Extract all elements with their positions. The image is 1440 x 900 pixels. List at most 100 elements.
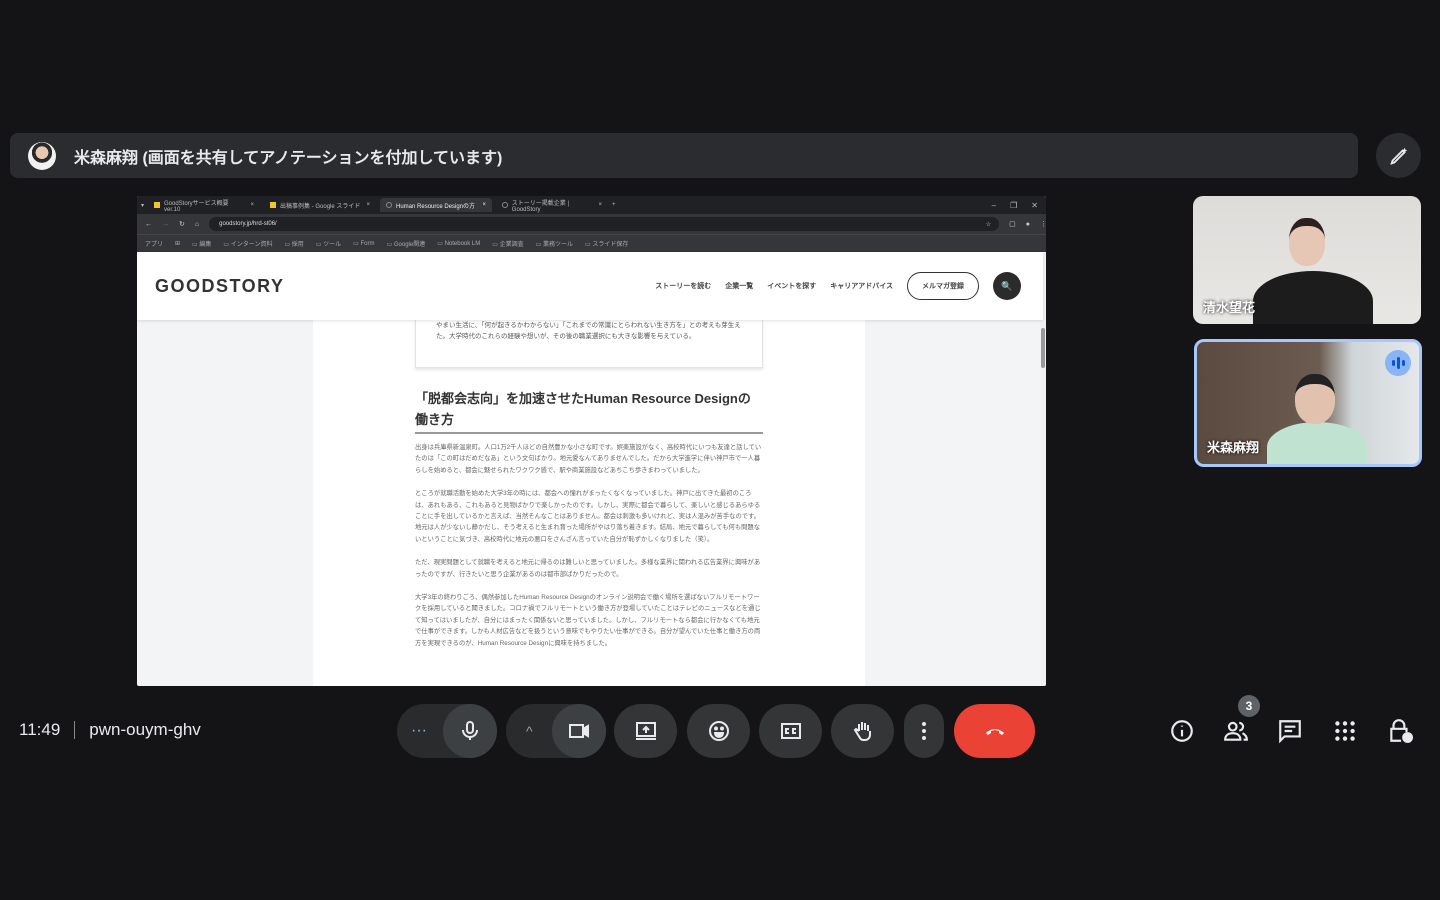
bookmark[interactable]: ▭ 編集 — [192, 239, 211, 248]
extensions-icon[interactable]: ▢ — [1009, 220, 1016, 228]
camera-button[interactable] — [552, 704, 606, 758]
site-header: GOODSTORY ストーリーを読む 企業一覧 イベントを探す キャリアアドバイ… — [137, 252, 1043, 320]
url-text: goodstory.jp/hrd-st06/ — [219, 221, 277, 227]
bookmark[interactable]: ▭ 企業調査 — [492, 239, 523, 248]
browser-tab[interactable]: ストーリー掲載企業 | GoodStory × — [496, 198, 608, 213]
participant-name: 清水望花 — [1203, 300, 1256, 315]
section-heading: 「脱都会志向」を加速させたHuman Resource Designの働き方 — [415, 388, 763, 434]
globe-icon — [386, 202, 393, 208]
camera-icon — [569, 724, 589, 738]
bookmark[interactable]: ▭ Form — [353, 240, 374, 247]
divider — [74, 721, 76, 739]
bookmark[interactable]: ▭ Notebook LM — [437, 240, 480, 247]
bookmark[interactable]: ▭ Google関連 — [387, 239, 426, 248]
banner-text: 米森麻翔 (画面を共有してアノテーションを付加しています) — [74, 149, 503, 167]
leave-call-button[interactable] — [954, 704, 1035, 758]
more-options-button[interactable] — [904, 704, 944, 758]
address-bar-row: ← → ↻ ⌂ goodstory.jp/hrd-st06/ ☆ ▢ ● ⋮ — [137, 214, 1046, 234]
profile-icon[interactable]: ● — [1026, 221, 1030, 228]
participant-tile-speaking[interactable]: 米森麻翔 — [1194, 339, 1422, 467]
tab-label: ストーリー掲載企業 | GoodStory — [511, 200, 570, 213]
forward-icon[interactable]: → — [162, 221, 169, 228]
emoji-icon — [708, 721, 729, 741]
paragraph: 出身は兵庫県新温泉町。人口1万2千人ほどの自然豊かな小さな町です。娯楽施設がなく… — [415, 444, 762, 474]
meeting-code: pwn-ouym-ghv — [89, 720, 201, 739]
audio-settings-icon[interactable]: ··· — [411, 722, 427, 740]
presentation-banner: 米森麻翔 (画面を共有してアノテーションを付加しています) — [10, 133, 1358, 178]
present-button[interactable] — [614, 704, 677, 758]
close-icon[interactable]: × — [599, 202, 603, 208]
minimize-icon[interactable]: – — [992, 201, 996, 210]
browser-tab[interactable]: 出稿事例集 - Google スライド × — [264, 198, 376, 212]
tab-label: Human Resource Designの方 — [396, 203, 476, 210]
close-icon[interactable]: × — [483, 202, 487, 208]
meeting-details-icon[interactable] — [1169, 718, 1195, 744]
article-body: やまい生活に、「何が起きるかわからない」「これまでの常識にとらわれない生き方を」… — [313, 320, 865, 686]
pen-icon — [1389, 147, 1407, 165]
annotate-button[interactable] — [1376, 133, 1421, 178]
present-screen-icon — [635, 722, 656, 740]
quote-card: やまい生活に、「何が起きるかわからない」「これまでの常識にとらわれない生き方を」… — [415, 320, 763, 368]
speaking-indicator-icon — [1385, 350, 1411, 376]
star-icon[interactable]: ☆ — [986, 221, 999, 228]
nav-link[interactable]: イベントを探す — [767, 281, 816, 291]
mic-button[interactable] — [443, 704, 497, 758]
browser-tab[interactable]: GoodStoryサービス概要 ver.10 × — [148, 198, 260, 213]
restore-icon[interactable]: ❐ — [1010, 201, 1017, 210]
mic-icon — [462, 721, 478, 740]
reload-icon[interactable]: ↻ — [179, 220, 185, 228]
tab-search-icon[interactable]: ▾ — [141, 202, 144, 209]
bookmark[interactable]: ▭ 業務ツール — [536, 239, 573, 248]
clock-time: 11:49 — [19, 720, 61, 739]
participant-tile[interactable]: 清水望花 — [1193, 196, 1421, 324]
people-icon[interactable] — [1223, 718, 1249, 744]
nav-link[interactable]: 企業一覧 — [725, 281, 753, 291]
close-icon[interactable]: × — [251, 202, 255, 208]
paragraph: ただ、現実問題として就職を考えると地元に帰るのは難しいと思っていました。多様な業… — [415, 559, 761, 578]
browser-tab-active[interactable]: Human Resource Designの方 × — [380, 198, 493, 212]
slides-icon — [270, 202, 277, 208]
reactions-button[interactable] — [687, 704, 750, 758]
paragraph: ところが就職活動を始めた大学3年の時には、都会への憧れがまったくなくなっていまし… — [415, 490, 761, 543]
bookmark[interactable]: アプリ — [145, 239, 163, 248]
new-tab-button[interactable]: + — [612, 202, 616, 208]
globe-icon — [502, 202, 508, 208]
activities-grid-icon[interactable] — [1332, 718, 1358, 744]
participant-count-badge: 3 — [1238, 695, 1260, 717]
host-controls-lock-icon[interactable] — [1387, 718, 1413, 744]
newsletter-button[interactable]: メルマガ登録 — [907, 272, 979, 300]
presenter-avatar — [28, 141, 56, 170]
camera-control-group: ^ — [506, 704, 606, 758]
back-icon[interactable]: ← — [145, 221, 152, 228]
raise-hand-button[interactable] — [831, 704, 894, 758]
search-button[interactable]: 🔍 — [993, 272, 1021, 300]
mic-control-group: ··· — [397, 704, 497, 758]
captions-button[interactable] — [759, 704, 822, 758]
captions-icon — [780, 723, 801, 739]
bookmark[interactable]: ⊞ — [175, 240, 180, 247]
chat-icon[interactable] — [1277, 718, 1303, 744]
url-input[interactable]: goodstory.jp/hrd-st06/ ☆ — [209, 217, 1000, 231]
participant-video — [1267, 422, 1367, 464]
bookmark[interactable]: ▭ 採用 — [284, 239, 303, 248]
bookmark[interactable]: ▭ インターン資料 — [223, 239, 272, 248]
nav-link[interactable]: ストーリーを読む — [655, 281, 711, 291]
home-icon[interactable]: ⌂ — [195, 221, 199, 228]
menu-icon[interactable]: ⋮ — [1040, 220, 1046, 228]
participant-name: 米森麻翔 — [1207, 440, 1260, 455]
meeting-info: 11:49 pwn-ouym-ghv — [19, 720, 201, 740]
participant-face — [1289, 218, 1325, 266]
close-icon[interactable]: × — [367, 202, 371, 208]
hand-icon — [853, 722, 871, 741]
bookmarks-bar: アプリ ⊞ ▭ 編集 ▭ インターン資料 ▭ 採用 ▭ ツール ▭ Form ▭… — [137, 234, 1046, 252]
shared-screen: ▾ GoodStoryサービス概要 ver.10 × 出稿事例集 - Google… — [137, 196, 1046, 686]
nav-link[interactable]: キャリアアドバイス — [830, 281, 893, 291]
chevron-up-icon[interactable]: ^ — [526, 723, 533, 739]
bookmark[interactable]: ▭ スライド保存 — [585, 239, 628, 248]
site-logo[interactable]: GOODSTORY — [155, 276, 285, 297]
slides-icon — [154, 202, 160, 208]
bookmark[interactable]: ▭ ツール — [316, 239, 341, 248]
paragraph: 大学3年の終わりごろ、偶然参加したHuman Resource Designのオ… — [415, 594, 761, 647]
participant-face — [1295, 374, 1335, 424]
close-window-icon[interactable]: ✕ — [1031, 201, 1038, 210]
